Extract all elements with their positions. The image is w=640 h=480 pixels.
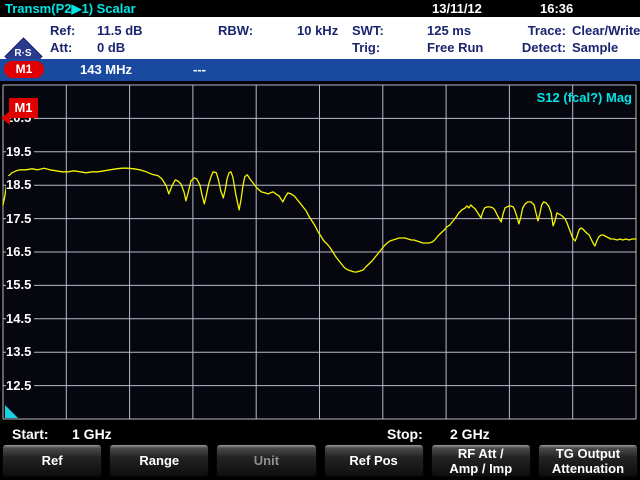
instrument-screen: Transm(P2▶1) Scalar 13/11/12 16:36 R·S R…	[0, 0, 640, 480]
y-tick-label: 14.5	[6, 310, 34, 327]
trace-mode-label: S12 (fcal?) Mag	[537, 90, 632, 105]
graph-area: 20.519.518.517.516.515.514.513.512.5 S12…	[0, 0, 640, 480]
sweep-corner-icon	[5, 405, 18, 418]
marker-m1-label: M1	[9, 98, 38, 118]
y-tick-label: 15.5	[6, 276, 34, 293]
y-tick-label: 19.5	[6, 143, 34, 160]
y-tick-label: 17.5	[6, 210, 34, 227]
plot-svg	[0, 0, 640, 480]
y-tick-label: 18.5	[6, 176, 34, 193]
y-tick-label: 13.5	[6, 343, 34, 360]
y-tick-label: 12.5	[6, 377, 34, 394]
y-tick-label: 16.5	[6, 243, 34, 260]
